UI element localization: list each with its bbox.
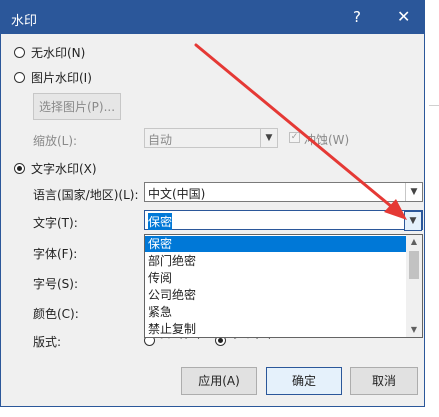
- no-watermark-radio[interactable]: [14, 47, 25, 58]
- washout-label: 冲蚀(W): [304, 133, 350, 147]
- dialog-title: 水印: [11, 14, 38, 29]
- watermark-dialog: 水印 ? ✕ 无水印(N) 图片水印(I) 选择图片(P)... 缩放(L): …: [0, 0, 425, 407]
- background-document: [425, 0, 439, 417]
- scroll-down-icon[interactable]: ▼: [406, 323, 422, 337]
- color-label: 颜色(C):: [33, 307, 79, 321]
- help-button[interactable]: ?: [353, 8, 361, 26]
- chevron-down-icon[interactable]: ▼: [404, 211, 422, 231]
- list-item[interactable]: 禁止复制: [145, 321, 407, 337]
- select-picture-button[interactable]: 选择图片(P)...: [33, 93, 121, 120]
- text-watermark-label: 文字水印(X): [31, 162, 97, 176]
- text-watermark-radio[interactable]: [14, 163, 25, 174]
- picture-watermark-label: 图片水印(I): [31, 71, 92, 85]
- apply-button[interactable]: 应用(A): [181, 367, 257, 395]
- scroll-up-icon[interactable]: ▲: [406, 235, 422, 249]
- font-label: 字体(F):: [33, 247, 78, 261]
- dropdown-scrollbar[interactable]: ▲ ▼: [406, 235, 422, 337]
- list-item[interactable]: 保密: [145, 236, 407, 252]
- no-watermark-label: 无水印(N): [31, 46, 86, 60]
- ok-button[interactable]: 确定: [266, 367, 342, 395]
- list-item[interactable]: 部门绝密: [145, 253, 407, 269]
- washout-checkbox[interactable]: ✓: [289, 132, 300, 143]
- text-label: 文字(T):: [33, 216, 78, 230]
- text-dropdown-list[interactable]: 保密 部门绝密 传阅 公司绝密 紧急 禁止复制 ▲ ▼: [144, 234, 423, 338]
- scroll-thumb[interactable]: [409, 251, 419, 279]
- cancel-button[interactable]: 取消: [350, 367, 418, 395]
- list-item[interactable]: 传阅: [145, 270, 407, 286]
- scale-label: 缩放(L):: [33, 134, 78, 148]
- language-select[interactable]: 中文(中国) ▼: [144, 182, 423, 202]
- language-value: 中文(中国): [148, 187, 206, 201]
- check-icon: ✓: [290, 132, 299, 142]
- title-bar: 水印 ? ✕: [1, 1, 424, 34]
- chevron-down-icon: ▼: [405, 183, 422, 201]
- scale-select[interactable]: 自动 ▼: [144, 128, 278, 148]
- layout-label: 版式:: [33, 335, 62, 349]
- text-value[interactable]: 保密: [148, 213, 173, 230]
- text-combobox[interactable]: 保密 ▼: [144, 210, 423, 231]
- scale-value: 自动: [148, 133, 173, 147]
- divider: [429, 105, 439, 106]
- language-label: 语言(国家/地区)(L):: [33, 188, 139, 202]
- close-button[interactable]: ✕: [397, 7, 410, 26]
- list-item[interactable]: 紧急: [145, 304, 407, 320]
- size-label: 字号(S):: [33, 277, 79, 291]
- picture-watermark-radio[interactable]: [14, 72, 25, 83]
- chevron-down-icon: ▼: [260, 129, 277, 147]
- list-item[interactable]: 公司绝密: [145, 287, 407, 303]
